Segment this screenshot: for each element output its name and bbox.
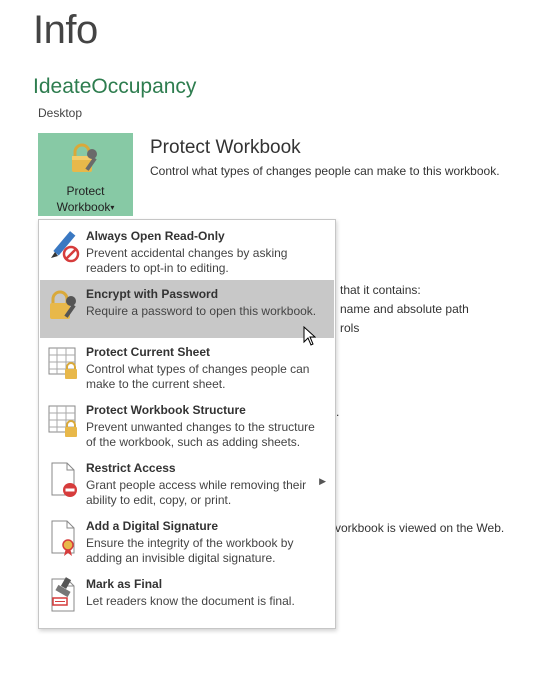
sheet-lock-icon bbox=[47, 344, 81, 384]
menu-item-title: Add a Digital Signature bbox=[86, 519, 219, 533]
background-text-5: vorkbook is viewed on the Web. bbox=[335, 521, 505, 535]
stamp-icon bbox=[47, 576, 81, 616]
file-location[interactable]: Desktop bbox=[38, 106, 82, 120]
menu-item-title: Encrypt with Password bbox=[86, 287, 219, 301]
background-text-4: . bbox=[336, 405, 340, 419]
menu-item-title: Protect Workbook Structure bbox=[86, 403, 246, 417]
menu-item-add-digital-signature[interactable]: Add a Digital Signature Ensure the integ… bbox=[40, 512, 334, 570]
protect-workbook-menu: Always Open Read-Only Prevent accidental… bbox=[38, 219, 336, 629]
section-heading: Protect Workbook bbox=[150, 137, 301, 158]
menu-item-restrict-access[interactable]: Restrict Access Grant people access whil… bbox=[40, 454, 334, 512]
protect-workbook-label: Protect Workbook▾ bbox=[56, 184, 115, 214]
menu-item-description: Control what types of changes people can… bbox=[86, 362, 310, 391]
lock-key-icon bbox=[47, 286, 81, 326]
menu-item-mark-as-final[interactable]: Mark as Final Let readers know the docum… bbox=[40, 570, 334, 628]
menu-item-title: Protect Current Sheet bbox=[86, 345, 211, 359]
file-name: IdeateOccupancy bbox=[33, 75, 197, 98]
page-title: Info bbox=[33, 8, 98, 52]
pencil-no-icon bbox=[47, 228, 81, 268]
document-restrict-icon bbox=[47, 460, 81, 500]
menu-item-description: Prevent accidental changes by asking rea… bbox=[86, 246, 288, 275]
mouse-cursor-icon bbox=[303, 325, 317, 351]
menu-item-description: Prevent unwanted changes to the structur… bbox=[86, 420, 315, 449]
workbook-lock-icon bbox=[47, 402, 81, 442]
menu-item-description: Require a password to open this workbook… bbox=[86, 304, 317, 318]
document-ribbon-icon bbox=[47, 518, 81, 558]
menu-item-encrypt-with-password[interactable]: Encrypt with Password Require a password… bbox=[40, 280, 334, 338]
menu-item-description: Ensure the integrity of the workbook by … bbox=[86, 536, 294, 565]
menu-item-title: Always Open Read-Only bbox=[86, 229, 225, 243]
protect-workbook-button[interactable]: Protect Workbook▾ bbox=[38, 133, 133, 216]
menu-item-description: Let readers know the document is final. bbox=[86, 594, 295, 608]
background-text-1: that it contains: bbox=[340, 283, 421, 297]
menu-item-title: Restrict Access bbox=[86, 461, 176, 475]
menu-item-protect-workbook-structure[interactable]: Protect Workbook Structure Prevent unwan… bbox=[40, 396, 334, 454]
menu-item-description: Grant people access while removing their… bbox=[86, 478, 307, 507]
background-text-3: rols bbox=[340, 321, 360, 335]
chevron-down-icon: ▾ bbox=[110, 202, 115, 212]
lock-key-icon bbox=[69, 143, 103, 180]
menu-item-title: Mark as Final bbox=[86, 577, 163, 591]
menu-item-always-open-read-only[interactable]: Always Open Read-Only Prevent accidental… bbox=[40, 222, 334, 280]
menu-item-protect-current-sheet[interactable]: Protect Current Sheet Control what types… bbox=[40, 338, 334, 396]
section-description: Control what types of changes people can… bbox=[150, 164, 500, 178]
submenu-arrow-icon: ▶ bbox=[319, 476, 326, 486]
background-text-2: name and absolute path bbox=[340, 302, 469, 316]
